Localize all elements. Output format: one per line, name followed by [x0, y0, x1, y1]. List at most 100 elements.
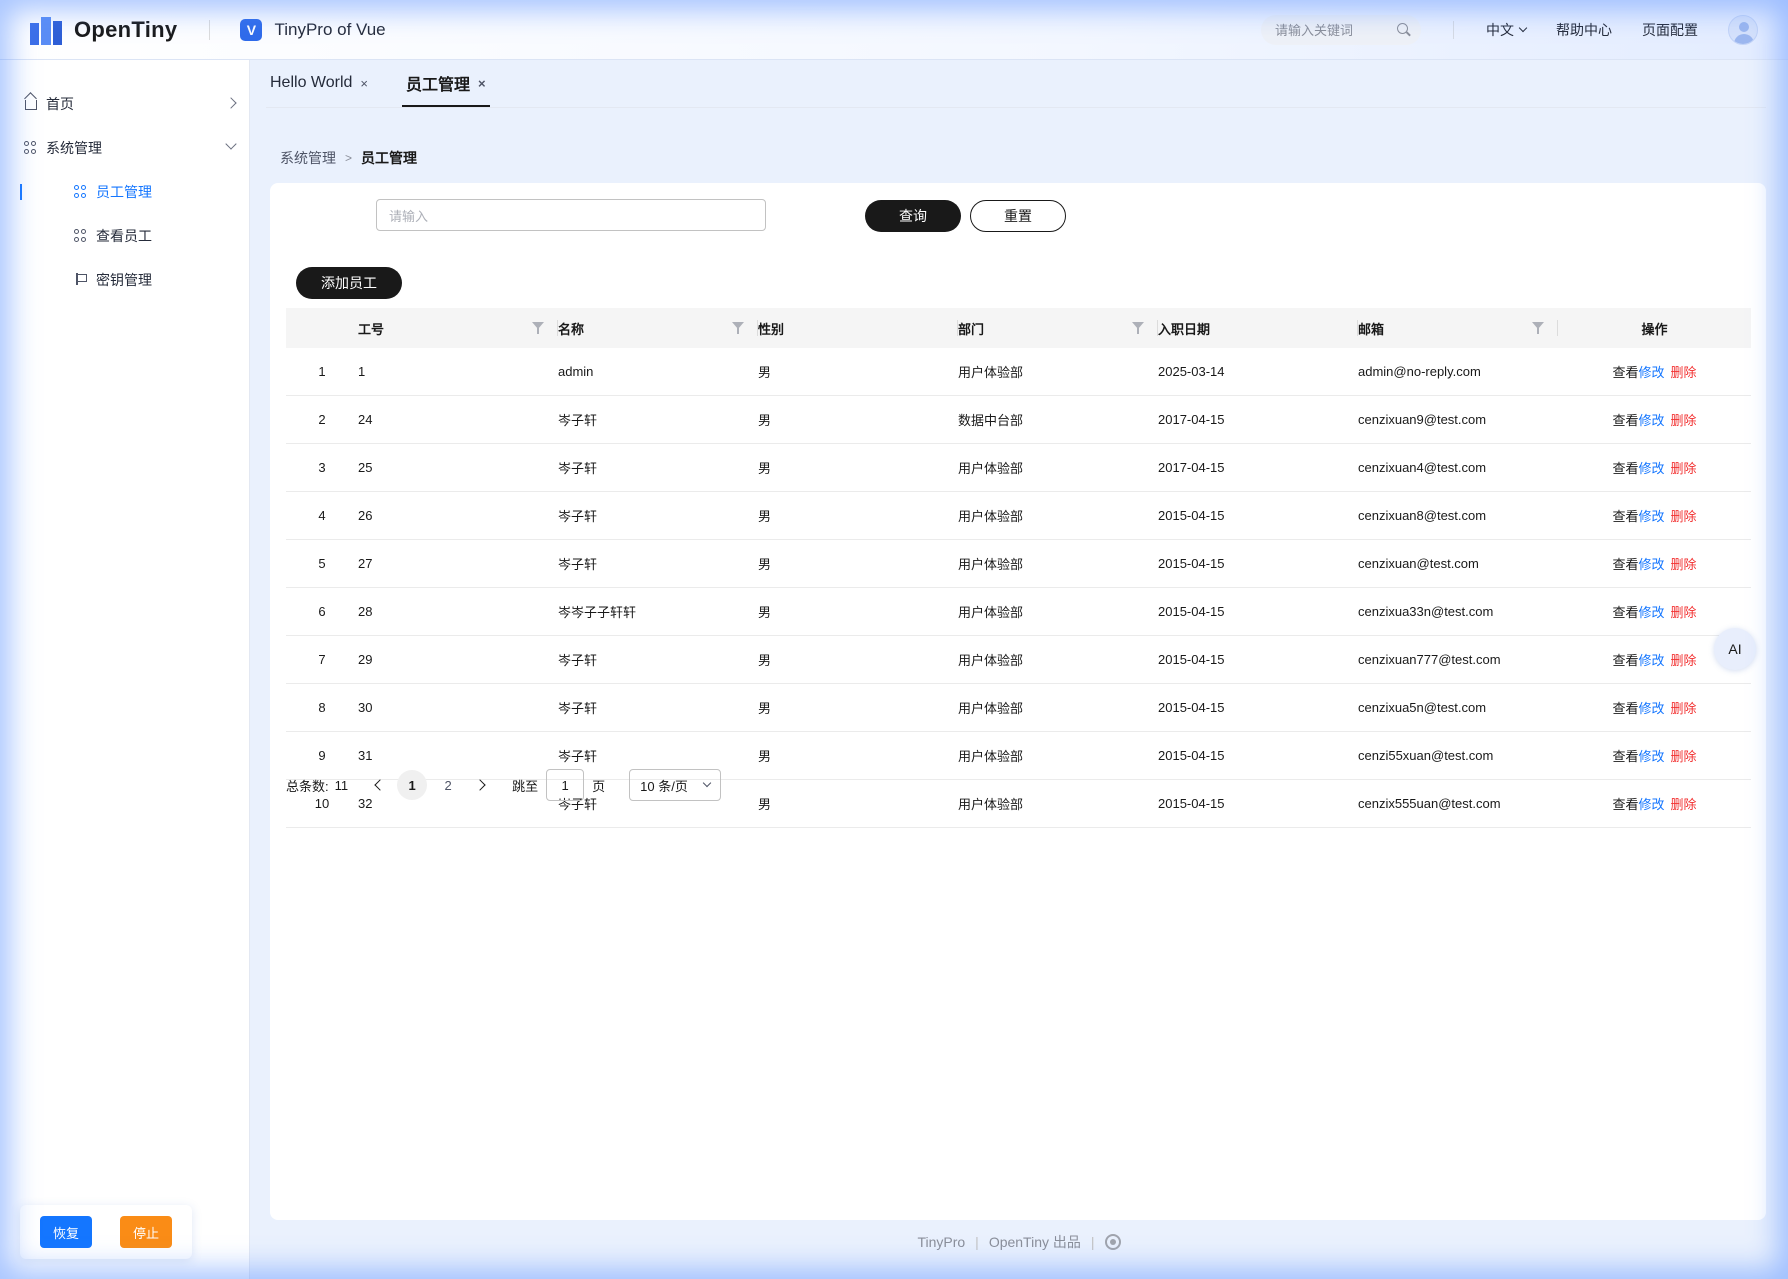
language-select[interactable]: 中文 [1486, 20, 1528, 40]
cell-email: cenzixuan8@test.com [1358, 508, 1487, 523]
cell-name: 岑子轩 [558, 701, 598, 716]
table-header: 工号 名称 性别 部门 入职日期 邮箱 操作 [286, 308, 1751, 348]
edit-button[interactable]: 修改 [1638, 506, 1664, 525]
row-index: 4 [318, 508, 326, 523]
filter-icon[interactable] [1132, 322, 1144, 334]
filter-icon[interactable] [532, 322, 544, 334]
view-button[interactable]: 查看 [1612, 506, 1638, 525]
tab-employee-management[interactable]: 员工管理 × [402, 59, 490, 107]
close-icon[interactable]: × [478, 76, 486, 91]
ai-assistant-button[interactable]: AI [1714, 628, 1756, 670]
add-employee-button[interactable]: 添加员工 [296, 267, 402, 299]
delete-button[interactable]: 删除 [1671, 458, 1697, 477]
filter-input[interactable]: 请输入 [376, 199, 766, 231]
sidebar-item-label: 系统管理 [46, 140, 102, 156]
cell-id: 25 [358, 460, 373, 475]
footer-maker[interactable]: OpenTiny 出品 [989, 1232, 1081, 1252]
page-size-select[interactable]: 10 条/页 [629, 769, 722, 801]
goto-page-input[interactable]: 1 [546, 769, 585, 801]
query-button[interactable]: 查询 [865, 200, 961, 232]
view-button[interactable]: 查看 [1612, 362, 1638, 381]
view-button[interactable]: 查看 [1612, 602, 1638, 621]
edit-button[interactable]: 修改 [1638, 794, 1664, 813]
cell-email: admin@no-reply.com [1358, 364, 1481, 379]
search-icon[interactable] [1397, 22, 1411, 37]
cell-id: 27 [358, 556, 373, 571]
sidebar-item-employee-management[interactable]: 员工管理 [0, 170, 249, 214]
footer-product[interactable]: TinyPro [917, 1234, 965, 1250]
delete-button[interactable]: 删除 [1671, 650, 1697, 669]
cell-gender: 男 [758, 653, 772, 668]
edit-button[interactable]: 修改 [1638, 410, 1664, 429]
goto-label: 跳至 [512, 778, 539, 794]
cell-name: 岑子轩 [558, 509, 598, 524]
home-icon [24, 97, 38, 111]
restore-button[interactable]: 恢复 [40, 1216, 92, 1248]
playback-controls: 恢复 停止 [20, 1205, 192, 1259]
language-label: 中文 [1486, 21, 1514, 38]
brand-name: OpenTiny [74, 16, 178, 42]
cell-email: cenzix555uan@test.com [1358, 796, 1501, 811]
edit-button[interactable]: 修改 [1638, 650, 1664, 669]
row-index: 5 [318, 556, 326, 571]
help-center-link[interactable]: 帮助中心 [1556, 20, 1612, 40]
delete-button[interactable]: 删除 [1671, 698, 1697, 717]
tab-hello-world[interactable]: Hello World × [266, 59, 372, 107]
cell-date: 2025-03-14 [1158, 364, 1225, 379]
page-size-value: 10 条/页 [640, 778, 688, 794]
view-button[interactable]: 查看 [1612, 794, 1638, 813]
delete-button[interactable]: 删除 [1671, 746, 1697, 765]
page-number[interactable]: 2 [433, 770, 463, 800]
cell-date: 2017-04-15 [1158, 460, 1225, 475]
filter-icon[interactable] [1532, 322, 1544, 334]
view-button[interactable]: 查看 [1612, 458, 1638, 477]
cell-dept: 数据中台部 [958, 413, 1024, 428]
sidebar-item-system[interactable]: 系统管理 [0, 126, 249, 170]
filter-input-placeholder: 请输入 [389, 208, 429, 224]
delete-button[interactable]: 删除 [1671, 506, 1697, 525]
next-page-button[interactable] [470, 773, 494, 797]
sidebar-item-label: 密钥管理 [96, 272, 152, 288]
page-number[interactable]: 1 [397, 770, 428, 800]
delete-button[interactable]: 删除 [1671, 794, 1697, 813]
close-icon[interactable]: × [360, 76, 368, 91]
breadcrumb-parent[interactable]: 系统管理 [280, 148, 336, 168]
cell-date: 2015-04-15 [1158, 652, 1225, 667]
stop-button[interactable]: 停止 [120, 1216, 172, 1248]
github-icon[interactable] [1104, 1234, 1121, 1250]
cell-ops: 查看 修改 删除 [1558, 396, 1751, 443]
reset-button[interactable]: 重置 [970, 200, 1066, 232]
delete-button[interactable]: 删除 [1671, 602, 1697, 621]
edit-button[interactable]: 修改 [1638, 698, 1664, 717]
edit-button[interactable]: 修改 [1638, 458, 1664, 477]
view-button[interactable]: 查看 [1612, 650, 1638, 669]
view-button[interactable]: 查看 [1612, 698, 1638, 717]
avatar[interactable] [1728, 14, 1758, 45]
view-button[interactable]: 查看 [1612, 746, 1638, 765]
cell-ops: 查看 修改 删除 [1558, 444, 1751, 491]
cell-dept: 用户体验部 [958, 365, 1024, 380]
chevron-right-icon [225, 97, 237, 109]
edit-button[interactable]: 修改 [1638, 554, 1664, 573]
view-button[interactable]: 查看 [1612, 554, 1638, 573]
delete-button[interactable]: 删除 [1671, 554, 1697, 573]
prev-page-button[interactable] [366, 773, 390, 797]
delete-button[interactable]: 删除 [1671, 410, 1697, 429]
brand-logo[interactable]: OpenTiny [28, 15, 177, 45]
cell-gender: 男 [758, 461, 772, 476]
sidebar-item-home[interactable]: 首页 [0, 82, 249, 126]
sidebar-item-view-employee[interactable]: 查看员工 [0, 214, 249, 258]
view-button[interactable]: 查看 [1612, 410, 1638, 429]
chevron-left-icon [374, 779, 386, 791]
chevron-down-icon [702, 778, 712, 788]
filter-icon[interactable] [732, 322, 744, 334]
edit-button[interactable]: 修改 [1638, 362, 1664, 381]
delete-button[interactable]: 删除 [1671, 362, 1697, 381]
page-config-link[interactable]: 页面配置 [1642, 20, 1698, 40]
search-input[interactable]: 请输入关键词 [1261, 14, 1421, 45]
sidebar-item-key-management[interactable]: 密钥管理 [0, 258, 249, 302]
flag-icon [74, 273, 88, 287]
edit-button[interactable]: 修改 [1638, 602, 1664, 621]
edit-button[interactable]: 修改 [1638, 746, 1664, 765]
app-name: TinyPro of Vue [274, 19, 386, 39]
